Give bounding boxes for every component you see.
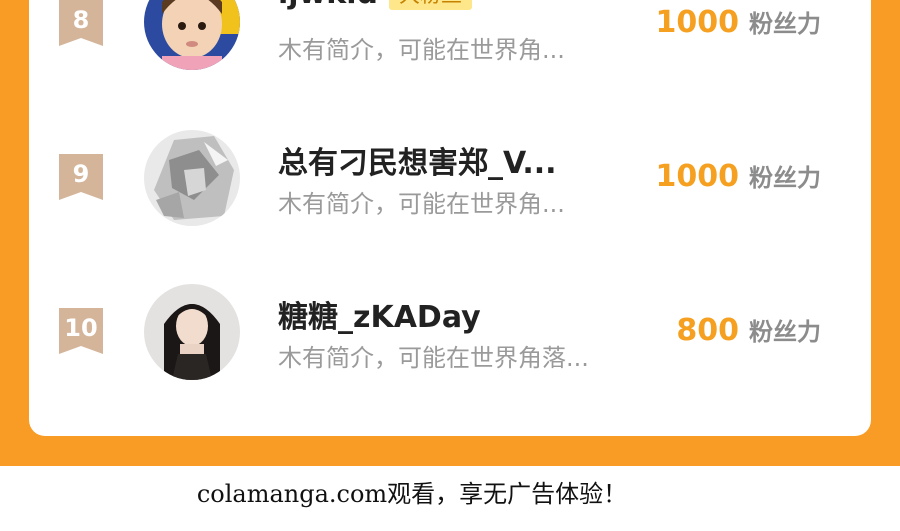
ranking-row-9[interactable]: 9 总有刁民想害郑_V... 木有简介，可能在世界角... 1000 粉丝力 [29, 128, 871, 228]
score-value: 1000 [655, 5, 740, 40]
ranking-row-8[interactable]: 8 ljwkid 大粉丝 木有简介，可能在世界角... 1000 粉丝力 [29, 0, 871, 74]
user-name[interactable]: 糖糖_zKADay [278, 292, 481, 336]
user-bio: 木有简介，可能在世界角落... [278, 344, 589, 372]
fan-level-badge: 大粉丝 [389, 0, 472, 10]
score-unit: 粉丝力 [749, 318, 821, 346]
fan-power-score: 1000 粉丝力 [656, 4, 822, 40]
score-value: 1000 [655, 159, 740, 194]
score-unit: 粉丝力 [749, 10, 821, 38]
fan-power-score: 1000 粉丝力 [656, 158, 822, 194]
user-bio: 木有简介，可能在世界角... [278, 36, 565, 64]
ranking-row-10[interactable]: 10 糖糖_zKADay 木有简介，可能在世界角落... 800 粉丝力 [29, 282, 871, 382]
woman-portrait-avatar[interactable] [144, 284, 240, 380]
footer-watermark-text: colamanga.com观看，享无广告体验！ [196, 480, 628, 508]
rank-badge-icon: 10 [59, 308, 103, 354]
silver-foil-avatar[interactable] [144, 130, 240, 226]
child-photo-avatar[interactable] [144, 0, 240, 70]
rank-badge-icon: 9 [59, 154, 103, 200]
fan-ranking-card: 8 ljwkid 大粉丝 木有简介，可能在世界角... 1000 粉丝力 [29, 0, 871, 436]
score-unit: 粉丝力 [749, 164, 821, 192]
user-bio: 木有简介，可能在世界角... [278, 190, 565, 218]
score-value: 800 [676, 313, 739, 348]
fan-power-score: 800 粉丝力 [676, 312, 821, 348]
user-name[interactable]: ljwkid [278, 0, 378, 11]
rank-number: 9 [72, 160, 90, 188]
rank-number: 8 [72, 6, 90, 34]
rank-badge-icon: 8 [59, 0, 103, 46]
rank-number: 10 [64, 314, 98, 342]
user-name[interactable]: 总有刁民想害郑_V... [278, 138, 557, 182]
